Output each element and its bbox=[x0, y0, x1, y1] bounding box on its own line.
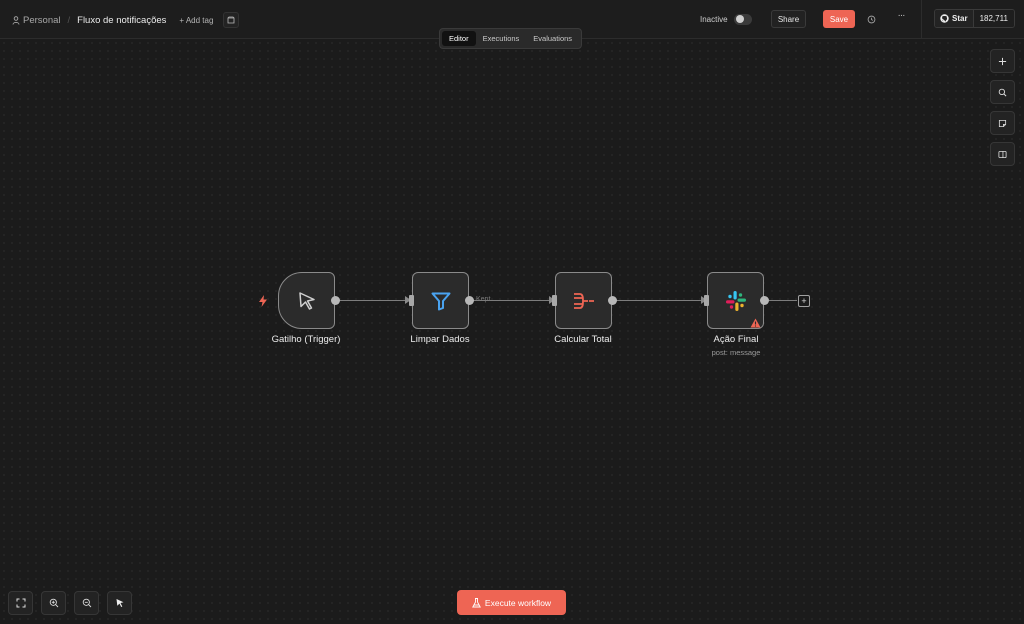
active-toggle[interactable] bbox=[733, 13, 752, 25]
connection-line[interactable] bbox=[339, 300, 407, 301]
node-label: Ação Final bbox=[713, 334, 759, 345]
toggle-panel-button[interactable] bbox=[990, 142, 1015, 166]
input-port[interactable] bbox=[704, 295, 709, 306]
trigger-bolt-icon bbox=[258, 294, 268, 312]
tab-executions[interactable]: Executions bbox=[476, 31, 527, 46]
node-subtitle: post: message bbox=[711, 348, 761, 357]
pointer-mode-button[interactable] bbox=[107, 591, 132, 615]
zoom-out-icon bbox=[82, 598, 91, 608]
view-tabs: Editor Executions Evaluations bbox=[439, 28, 583, 49]
github-star-group[interactable]: Star 182,711 bbox=[934, 9, 1015, 28]
workflow-canvas[interactable] bbox=[0, 39, 1024, 624]
zoom-toolbar bbox=[8, 591, 132, 615]
node-filter[interactable] bbox=[412, 272, 469, 329]
share-button[interactable]: Share bbox=[771, 10, 806, 28]
slack-icon bbox=[725, 290, 746, 311]
tab-editor[interactable]: Editor bbox=[442, 31, 476, 46]
workflow-name[interactable]: Fluxo de notificações bbox=[77, 15, 166, 26]
toggle-knob bbox=[735, 15, 744, 23]
filter-icon bbox=[431, 292, 450, 310]
canvas-side-toolbar bbox=[990, 49, 1015, 166]
node-trigger[interactable] bbox=[278, 272, 335, 329]
sticky-note-button[interactable] bbox=[990, 111, 1015, 135]
more-options-button[interactable]: ··· bbox=[894, 10, 908, 26]
merge-icon bbox=[573, 292, 594, 309]
status-label: Inactive bbox=[700, 14, 728, 24]
search-nodes-button[interactable] bbox=[990, 80, 1015, 104]
fit-view-button[interactable] bbox=[8, 591, 33, 615]
search-icon bbox=[998, 88, 1007, 96]
execute-workflow-label: Execute workflow bbox=[484, 597, 552, 608]
archive-button[interactable] bbox=[223, 12, 240, 28]
tab-evaluations[interactable]: Evaluations bbox=[526, 31, 579, 46]
flask-icon bbox=[471, 597, 481, 607]
node-label: Limpar Dados bbox=[410, 334, 470, 345]
archive-icon bbox=[228, 16, 235, 24]
add-node-button[interactable] bbox=[990, 49, 1015, 73]
node-merge[interactable] bbox=[555, 272, 612, 329]
panel-icon bbox=[998, 150, 1007, 158]
edge-label: Kept bbox=[476, 296, 491, 303]
github-star-count: 182,711 bbox=[972, 10, 1014, 27]
project-name: Personal bbox=[23, 14, 61, 26]
execute-workflow-button[interactable]: Execute workflow bbox=[457, 590, 566, 615]
connection-line[interactable] bbox=[616, 300, 703, 301]
output-port[interactable] bbox=[608, 296, 617, 305]
input-port[interactable] bbox=[552, 295, 557, 306]
github-icon bbox=[940, 14, 949, 23]
output-port[interactable] bbox=[331, 296, 340, 305]
github-star-label: Star bbox=[952, 14, 968, 23]
add-next-node-button[interactable]: + bbox=[798, 295, 810, 307]
breadcrumb: Personal / Fluxo de notificações + Add t… bbox=[12, 12, 240, 28]
node-label: Gatilho (Trigger) bbox=[271, 334, 341, 345]
output-port[interactable] bbox=[760, 296, 769, 305]
connection-line[interactable] bbox=[769, 300, 797, 301]
zoom-out-button[interactable] bbox=[74, 591, 99, 615]
input-port[interactable] bbox=[409, 295, 414, 306]
save-button[interactable]: Save bbox=[823, 10, 855, 28]
header-divider bbox=[921, 0, 922, 38]
output-port[interactable] bbox=[465, 296, 474, 305]
history-button[interactable] bbox=[864, 12, 878, 26]
user-icon bbox=[12, 15, 20, 25]
cursor-icon bbox=[298, 291, 315, 310]
github-star-button[interactable]: Star bbox=[935, 10, 973, 27]
breadcrumb-separator: / bbox=[67, 14, 71, 26]
project-link[interactable]: Personal bbox=[12, 15, 61, 26]
add-tag-button[interactable]: + Add tag bbox=[179, 16, 213, 25]
activation-control: Inactive bbox=[700, 9, 752, 29]
zoom-in-icon bbox=[49, 598, 58, 608]
sticky-note-icon bbox=[998, 119, 1007, 127]
node-label: Calcular Total bbox=[554, 334, 612, 345]
plus-icon bbox=[998, 57, 1007, 65]
zoom-in-button[interactable] bbox=[41, 591, 66, 615]
history-icon bbox=[867, 15, 875, 23]
fit-view-icon bbox=[16, 598, 25, 608]
warning-icon bbox=[750, 315, 761, 333]
pointer-icon bbox=[116, 599, 123, 607]
